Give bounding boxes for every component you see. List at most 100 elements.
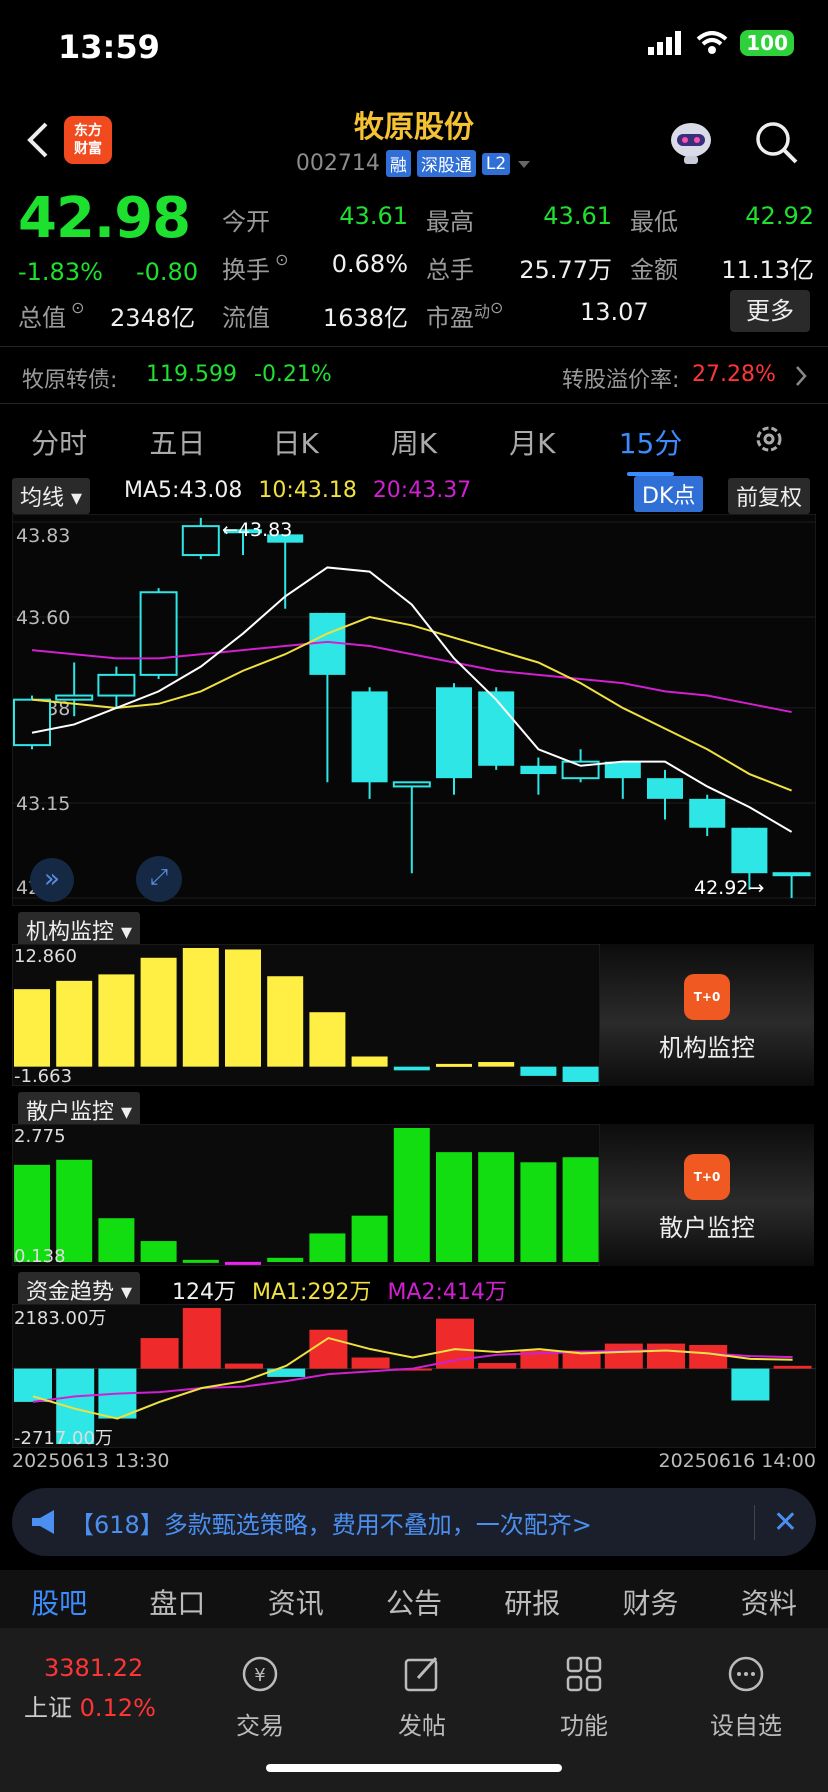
trade-button[interactable]: ¥ 交易 [200, 1654, 320, 1741]
candle-body [13, 698, 51, 747]
inst-bar [436, 1063, 472, 1067]
inst-dropdown[interactable]: 机构监控 ▾ [18, 912, 141, 948]
indicator-dropdown[interactable]: 均线 ▾ [12, 478, 91, 514]
expand-left-icon[interactable]: » [30, 858, 74, 902]
amount-label: 金额 [630, 256, 678, 284]
fullscreen-icon[interactable]: ⤢ [136, 856, 182, 902]
more-button[interactable]: 更多 [730, 290, 810, 332]
retail-monitor-card[interactable]: T+0 散户监控 [600, 1124, 814, 1266]
amount-value: 11.13亿 [721, 256, 814, 284]
trade-icon: ¥ [242, 1656, 278, 1692]
fund-trend-chart: 2183.00万 -2717.00万 [12, 1304, 816, 1448]
float-label: 流值 [222, 304, 270, 332]
add-watchlist-label: 设自选 [710, 1712, 782, 1740]
tab-five-day[interactable]: 五日 [118, 422, 236, 462]
fund-bar [182, 1308, 221, 1369]
candle-body [604, 761, 641, 779]
signal-icon [648, 31, 682, 55]
wifi-icon [696, 31, 728, 54]
price-change-pct: -1.83% [18, 258, 103, 286]
megaphone-icon [32, 1510, 54, 1534]
inst-bar [14, 989, 50, 1067]
chart-settings[interactable] [710, 423, 828, 462]
svg-text:¥: ¥ [254, 1665, 265, 1686]
pe-value: 13.07 [580, 298, 649, 326]
candle-body [520, 765, 557, 775]
convertible-bond-row[interactable]: 牧原转债: 119.599 -0.21% 转股溢价率: 27.28% [0, 346, 828, 404]
status-icons: 100 [648, 30, 794, 56]
tab-15min[interactable]: 15分 [591, 422, 709, 476]
search-icon[interactable] [752, 118, 800, 166]
candlestick-chart[interactable]: 43.8343.6043.3843.1542.92←43.8342.92→ [12, 514, 816, 906]
tab-forum[interactable]: 股吧 [0, 1582, 118, 1622]
premium-value: 27.28% [692, 362, 776, 387]
fund-value: 124万 [172, 1280, 236, 1305]
y-tick-label: 43.15 [16, 793, 70, 815]
dropdown-icon[interactable] [516, 158, 532, 170]
t0-icon: T+0 [684, 1154, 730, 1200]
tab-orderbook[interactable]: 盘口 [118, 1582, 236, 1622]
inst-monitor-card[interactable]: T+0 机构监控 [600, 944, 814, 1086]
promo-banner[interactable]: 【618】多款甄选策略，费用不叠加，一次配齐> ✕ [12, 1488, 816, 1556]
current-price: 42.98 [18, 186, 191, 251]
inst-bar [56, 980, 93, 1067]
close-icon[interactable]: ✕ [753, 1504, 798, 1540]
index-widget[interactable]: 3381.22 上证 0.12% [24, 1654, 174, 1723]
candle-body [436, 687, 472, 779]
dk-point-button[interactable]: DK点 [634, 476, 704, 512]
tab-weekly-k[interactable]: 周K [355, 422, 473, 462]
tag-margin: 融 [385, 150, 411, 177]
inst-bar [225, 949, 261, 1067]
index-pct: 0.12% [79, 1694, 156, 1722]
fund-bar [225, 1363, 263, 1369]
retail-min-label: 0.138 [14, 1246, 66, 1266]
tab-profile[interactable]: 资料 [710, 1582, 828, 1622]
chart-frame [12, 514, 816, 906]
post-button[interactable]: 发帖 [362, 1654, 482, 1741]
news-tabs: 股吧 盘口 资讯 公告 研报 财务 资料 [0, 1570, 828, 1634]
function-button[interactable]: 功能 [524, 1654, 644, 1741]
volume-value: 25.77万 [519, 256, 612, 284]
inst-bar [562, 1066, 599, 1082]
inst-bar [140, 957, 177, 1067]
inst-bar [267, 976, 304, 1067]
inst-bar [351, 1056, 388, 1067]
more-dots-icon [728, 1656, 764, 1692]
robot-assistant-icon[interactable] [666, 116, 716, 166]
retail-dropdown[interactable]: 散户监控 ▾ [18, 1092, 141, 1128]
retail-bar [267, 1257, 304, 1262]
edit-icon [404, 1656, 438, 1692]
retail-card-label: 散户监控 [659, 1214, 755, 1242]
high-annotation: ←43.83 [222, 519, 292, 541]
retail-bar [478, 1152, 515, 1262]
candle-body [689, 798, 726, 828]
tab-daily-k[interactable]: 日K [237, 422, 355, 462]
retail-bar [309, 1233, 346, 1262]
float-value: 1638亿 [322, 304, 408, 332]
fund-bar [689, 1344, 728, 1369]
stock-code: 002714 [295, 151, 380, 176]
tag-l2: L2 [481, 152, 511, 175]
tab-news[interactable]: 资讯 [237, 1582, 355, 1622]
premium-label: 转股溢价率: [562, 368, 680, 393]
fund-dropdown[interactable]: 资金趋势 ▾ [18, 1272, 141, 1308]
adjust-button[interactable]: 前复权 [728, 478, 811, 514]
retail-bar [182, 1259, 219, 1263]
ma20-legend: 20:43.37 [372, 478, 472, 503]
retail-bar [225, 1261, 261, 1265]
tab-announcements[interactable]: 公告 [355, 1582, 473, 1622]
add-watchlist-button[interactable]: 设自选 [686, 1654, 806, 1741]
fund-ma2: MA2:414万 [387, 1280, 507, 1305]
fund-bar [140, 1338, 179, 1369]
tab-financials[interactable]: 财务 [591, 1582, 709, 1622]
function-label: 功能 [560, 1712, 608, 1740]
fund-bar [773, 1365, 812, 1369]
pe-label: 市盈动⊙ [426, 298, 504, 332]
post-label: 发帖 [398, 1712, 446, 1740]
battery-icon: 100 [740, 30, 794, 56]
tab-research[interactable]: 研报 [473, 1582, 591, 1622]
tab-intraday[interactable]: 分时 [0, 422, 118, 462]
gear-icon [756, 426, 782, 451]
inst-card-label: 机构监控 [659, 1034, 755, 1062]
tab-monthly-k[interactable]: 月K [473, 422, 591, 462]
